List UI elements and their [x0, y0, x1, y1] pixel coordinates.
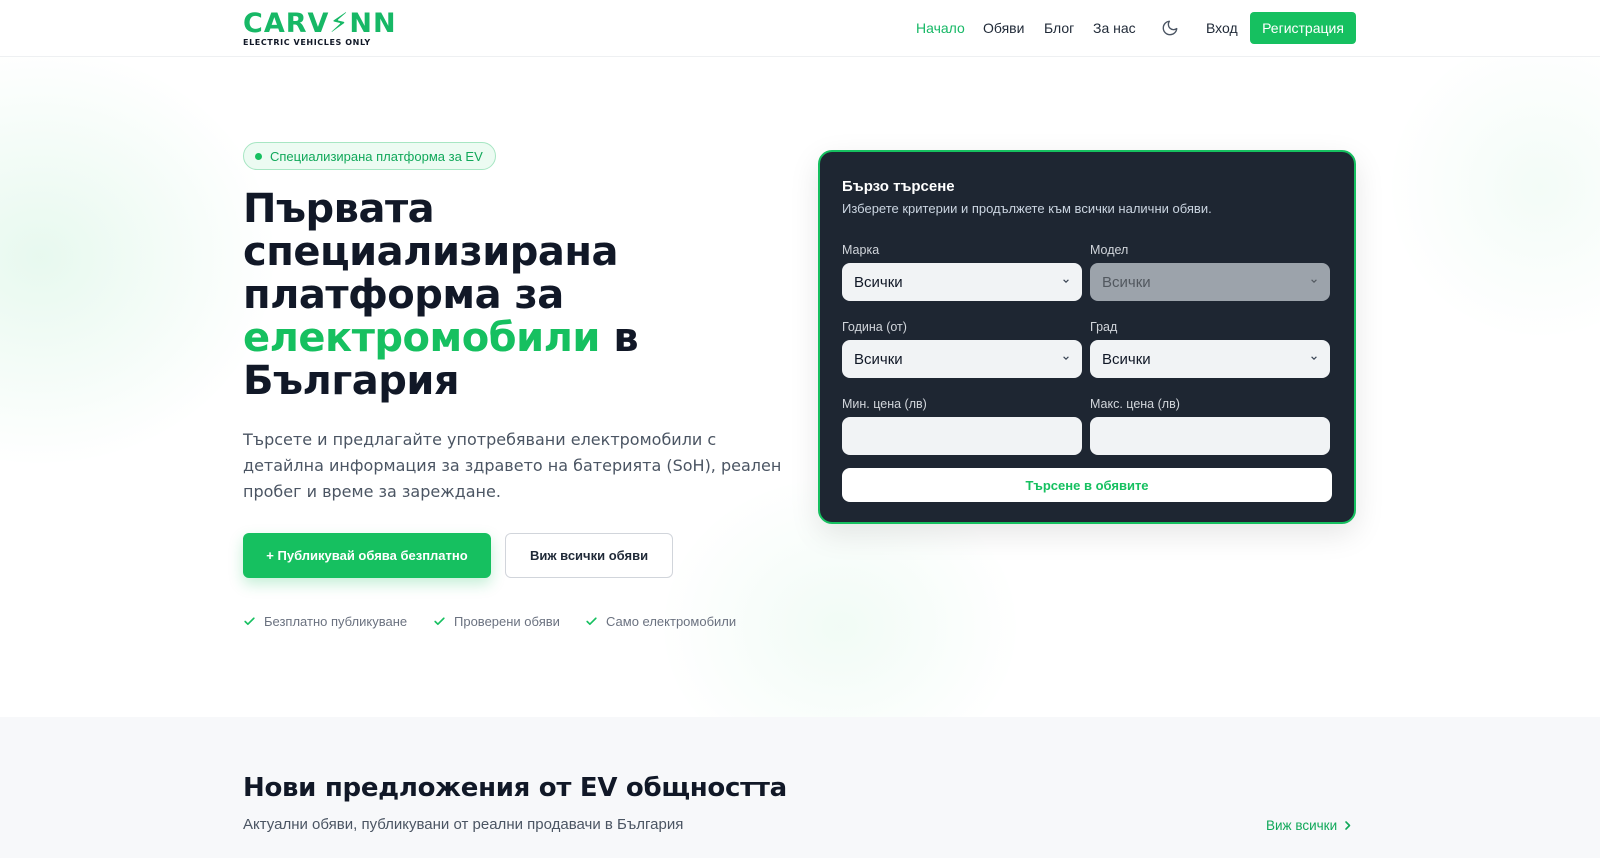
feature-label: Безплатно публикуване	[264, 614, 408, 629]
city-select[interactable]: Всички	[1090, 340, 1330, 378]
nav-login[interactable]: Вход	[1206, 20, 1238, 36]
moon-icon[interactable]	[1161, 19, 1179, 37]
search-title: Бързо търсене	[842, 178, 955, 195]
nav-blog[interactable]: Блог	[1044, 20, 1074, 36]
city-select-value: Всички	[1102, 350, 1151, 368]
hero-section	[0, 57, 1600, 717]
search-submit-button[interactable]: Търсене в обявите	[842, 468, 1332, 502]
min-price-input[interactable]	[842, 417, 1082, 455]
chevron-down-icon	[1311, 356, 1317, 360]
max-price-label: Макс. цена (лв)	[1090, 397, 1180, 411]
chevron-right-icon	[1345, 821, 1351, 830]
site-header: CARV⚡NN ELECTRIC VEHICLES ONLY Начало Об…	[0, 0, 1600, 57]
logo-tagline: ELECTRIC VEHICLES ONLY	[243, 38, 371, 47]
make-label: Марка	[842, 243, 880, 257]
section-subtitle: Актуални обяви, публикувани от реални пр…	[243, 816, 684, 833]
section-title: Нови предложения от EV общността	[243, 773, 787, 803]
check-icon	[434, 617, 445, 626]
hero-title-line: платформа за	[243, 272, 564, 318]
see-all-link[interactable]: Виж всички	[1266, 818, 1352, 833]
view-all-listings-button[interactable]: Виж всички обяви	[505, 533, 673, 578]
quick-search-card: Бързо търсене Изберете критерии и продъл…	[818, 150, 1356, 524]
platform-badge: Специализирана платформа за EV	[243, 142, 496, 170]
feature-label: Проверени обяви	[454, 614, 560, 629]
feature-item: Само електромобили	[585, 614, 736, 629]
bolt-icon: ⚡	[329, 8, 350, 39]
feature-item: Безплатно публикуване	[243, 614, 407, 629]
nav-about[interactable]: За нас	[1093, 20, 1136, 36]
search-subtitle: Изберете критерии и продължете към всичк…	[842, 201, 1212, 216]
model-label: Модел	[1090, 243, 1129, 257]
hero-title-line: специализирана	[243, 229, 619, 275]
check-icon	[586, 617, 597, 626]
register-button[interactable]: Регистрация	[1250, 12, 1356, 44]
badge-label: Специализирана платформа за EV	[270, 148, 483, 164]
min-price-label: Мин. цена (лв)	[842, 397, 927, 411]
see-all-label: Виж всички	[1266, 818, 1338, 833]
hero-title-fragment: в	[599, 315, 639, 361]
publish-listing-button[interactable]: + Публикувай обява безплатно	[243, 533, 491, 578]
hero-title-highlight: електромобили	[243, 315, 600, 361]
carvinn-logo[interactable]: CARV⚡NN ELECTRIC VEHICLES ONLY	[243, 8, 397, 47]
feature-label: Само електромобили	[606, 614, 737, 629]
chevron-down-icon	[1311, 279, 1317, 283]
city-label: Град	[1090, 320, 1118, 334]
status-dot	[255, 153, 262, 160]
make-select[interactable]: Всички	[842, 263, 1082, 301]
check-icon	[244, 617, 255, 626]
year-select[interactable]: Всички	[842, 340, 1082, 378]
chevron-down-icon	[1063, 356, 1069, 360]
hero-title-line: България	[243, 358, 460, 404]
model-select[interactable]: Всички	[1090, 263, 1330, 301]
year-select-value: Всички	[854, 350, 903, 368]
hero-title-line: Първата	[243, 186, 435, 232]
model-select-value: Всички	[1102, 273, 1151, 291]
nav-home[interactable]: Начало	[916, 20, 965, 36]
max-price-input[interactable]	[1090, 417, 1330, 455]
latest-listings-section: Нови предложения от EV общността Актуалн…	[0, 717, 1600, 858]
hero-lead: Търсете и предлагайте употребявани елект…	[243, 430, 782, 501]
year-label: Година (от)	[842, 320, 907, 334]
make-select-value: Всички	[854, 273, 903, 291]
logo-wordmark: CARV⚡NN	[243, 8, 397, 39]
feature-item: Проверени обяви	[433, 614, 560, 629]
hero-title: Първата специализирана платформа за елек…	[243, 188, 783, 403]
hero-title-line: електромобили в	[243, 317, 783, 360]
nav-listings[interactable]: Обяви	[983, 20, 1024, 36]
chevron-down-icon	[1063, 279, 1069, 283]
